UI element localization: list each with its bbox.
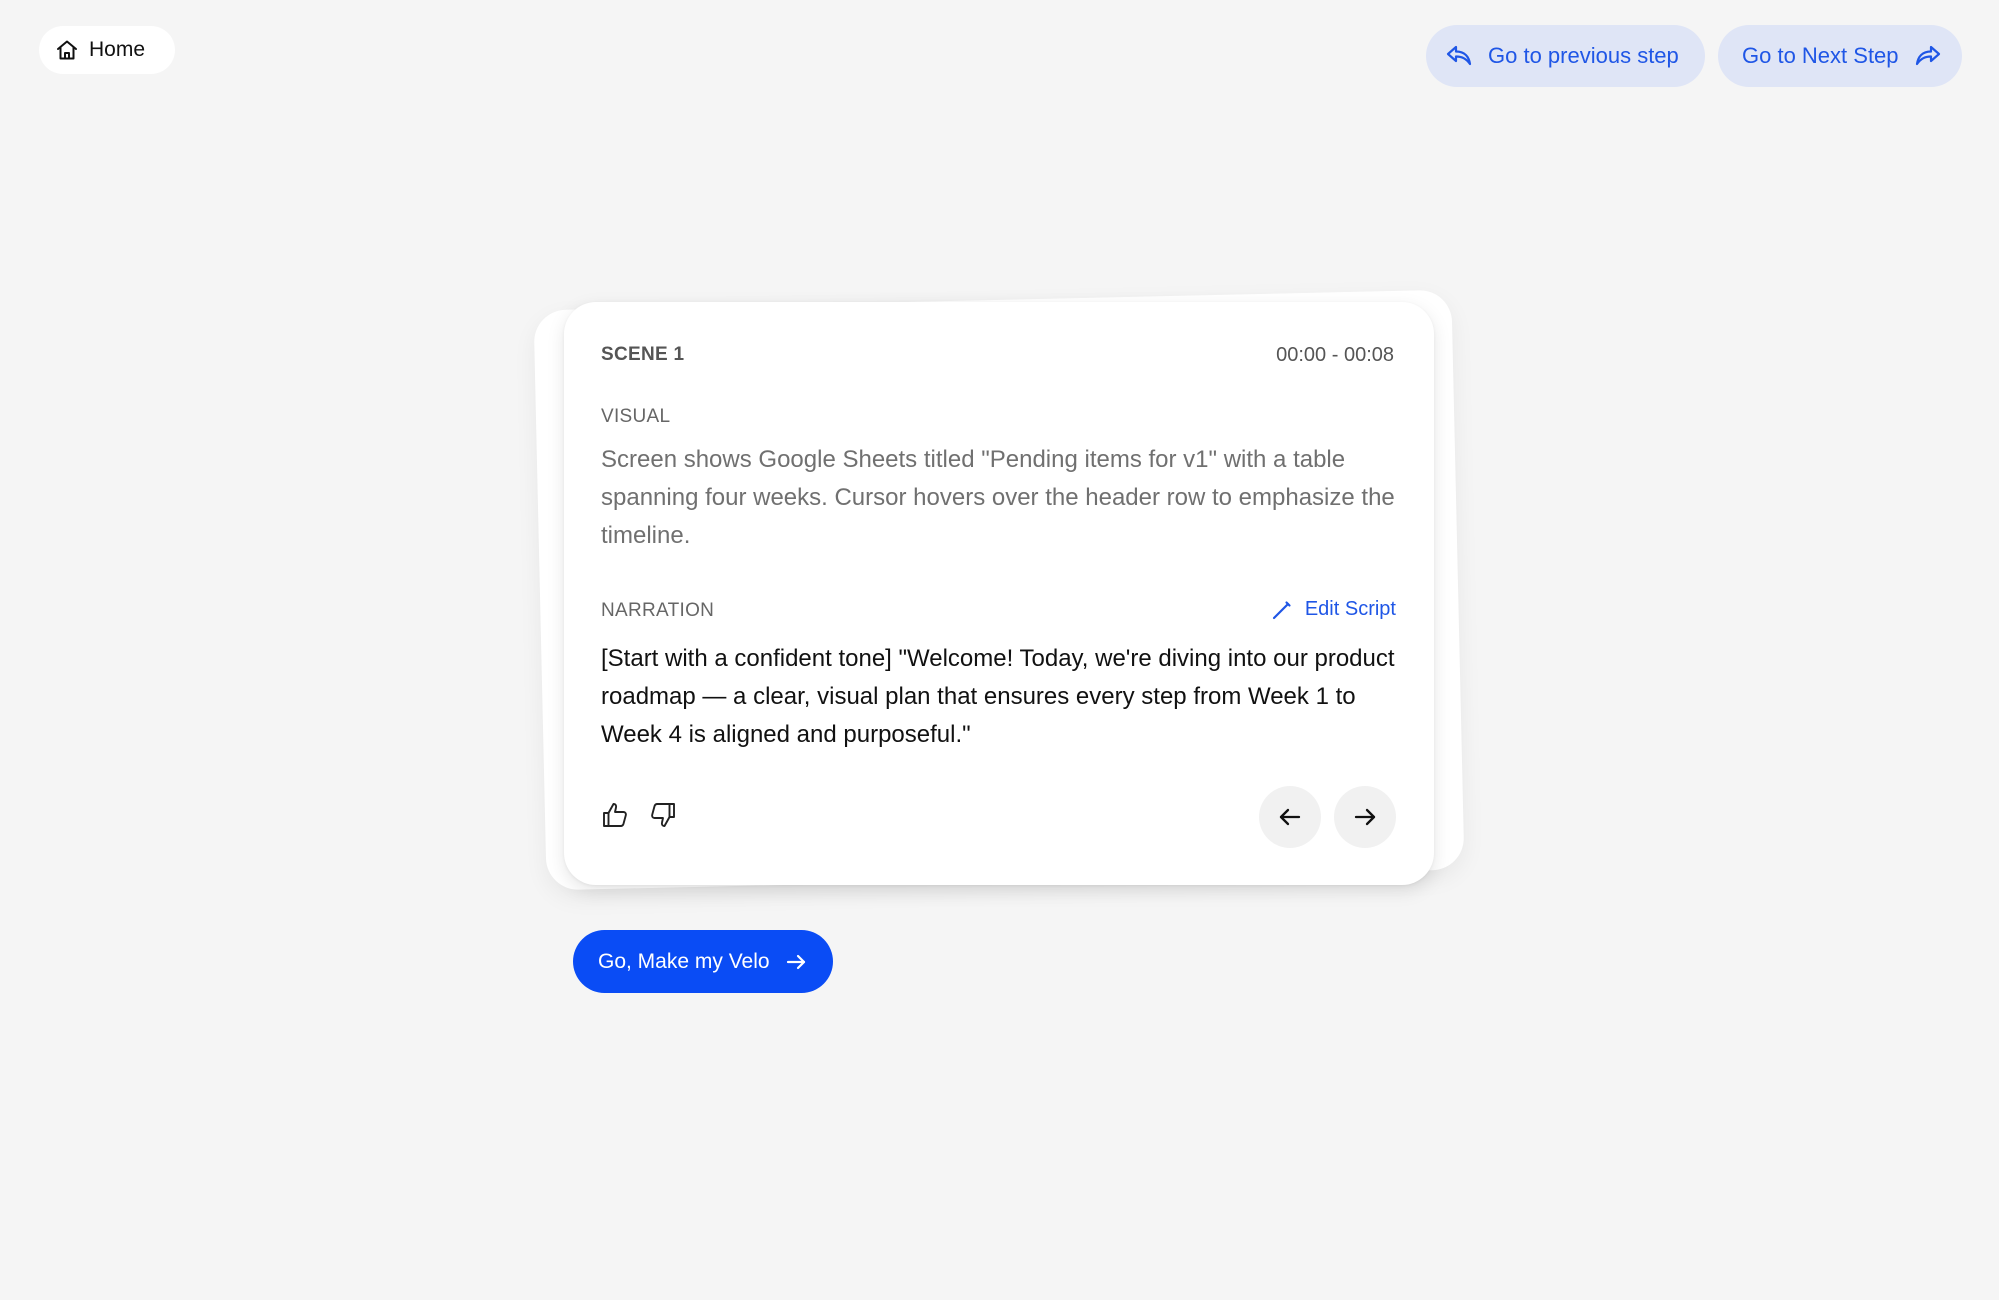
feedback-group [600, 800, 678, 830]
arrow-left-icon [1276, 803, 1304, 831]
arrow-right-icon [784, 950, 808, 974]
home-button[interactable]: Home [39, 26, 175, 74]
thumbs-up-icon[interactable] [600, 800, 630, 830]
previous-scene-button[interactable] [1259, 786, 1321, 848]
home-label: Home [89, 38, 146, 61]
edit-script-button[interactable]: Edit Script [1271, 598, 1396, 621]
thumbs-down-icon[interactable] [648, 800, 678, 830]
make-velo-label: Go, Make my Velo [598, 949, 770, 973]
visual-heading: VISUAL [601, 406, 671, 427]
next-step-button[interactable]: Go to Next Step [1718, 25, 1962, 87]
previous-step-label: Go to previous step [1488, 43, 1679, 68]
next-step-label: Go to Next Step [1742, 43, 1899, 68]
next-scene-button[interactable] [1334, 786, 1396, 848]
make-velo-button[interactable]: Go, Make my Velo [573, 930, 833, 993]
edit-script-label: Edit Script [1304, 598, 1396, 620]
home-icon [55, 38, 79, 62]
arrow-right-icon [1351, 803, 1379, 831]
share-arrow-icon [1913, 41, 1943, 71]
scene-label: SCENE 1 [601, 344, 685, 365]
narration-text: [Start with a confident tone] "Welcome! … [601, 645, 1395, 748]
visual-description: Screen shows Google Sheets titled "Pendi… [601, 446, 1395, 549]
previous-step-button[interactable]: Go to previous step [1426, 25, 1705, 87]
scene-time-range: 00:00 - 00:08 [1276, 344, 1394, 366]
scene-card: SCENE 1 00:00 - 00:08 VISUAL Screen show… [564, 302, 1434, 885]
reply-arrow-icon [1444, 41, 1474, 71]
narration-heading: NARRATION [601, 600, 715, 621]
pencil-icon [1271, 599, 1293, 621]
